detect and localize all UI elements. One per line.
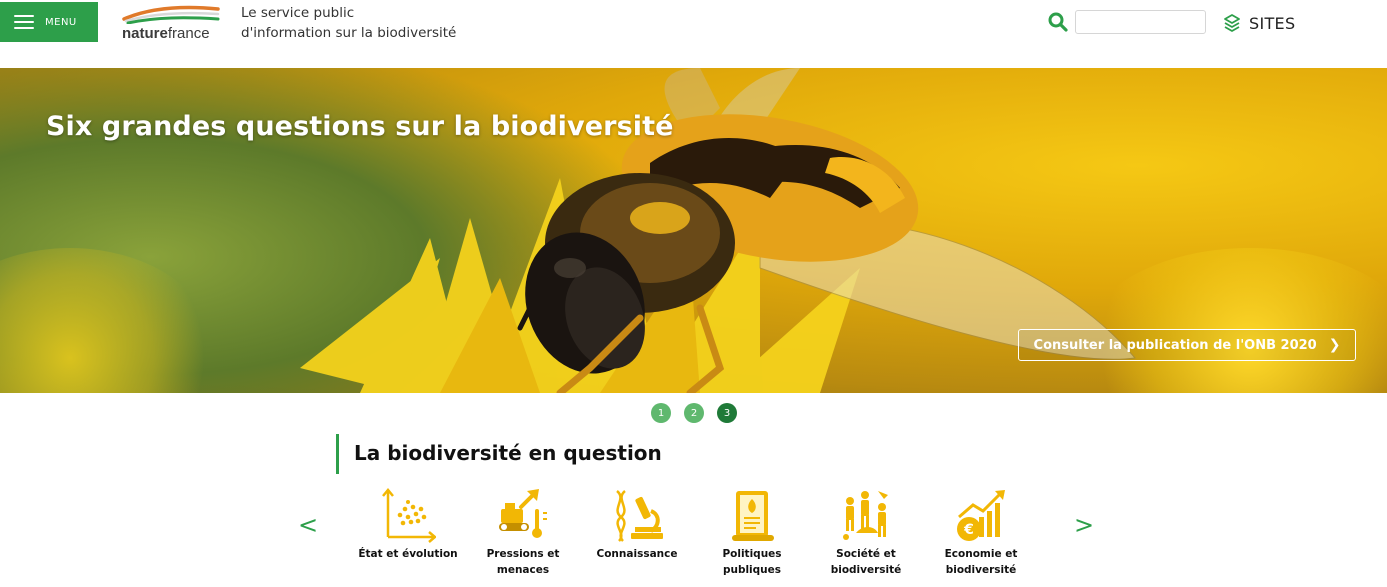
site-tagline: Le service public d'information sur la b…	[241, 3, 456, 43]
category-societe-biodiversite[interactable]: Société et biodiversité	[808, 487, 924, 578]
microscope-dna-icon	[616, 490, 663, 542]
tagline-line-1: Le service public	[241, 5, 355, 21]
slide-dot-2[interactable]: 2	[684, 403, 704, 423]
logo-swoosh-icon	[122, 5, 220, 24]
menu-label: MENU	[45, 16, 77, 28]
chart-dots-icon	[382, 488, 436, 543]
bulldozer-icon	[499, 489, 547, 538]
carousel-next-arrow[interactable]: >	[1074, 513, 1094, 537]
euro-growth-icon: €	[957, 490, 1005, 541]
category-label: Connaissance	[596, 548, 678, 560]
hero-slider: Six grandes questions sur la biodiversit…	[0, 68, 1387, 393]
menu-button[interactable]: MENU	[0, 2, 98, 42]
sites-button[interactable]: SITES	[1223, 10, 1295, 36]
category-label: Economie et biodiversité	[944, 548, 1018, 576]
category-connaissance[interactable]: Connaissance	[579, 487, 695, 562]
slide-dot-3[interactable]: 3	[717, 403, 737, 423]
category-label: État et évolution	[358, 548, 458, 560]
category-label: Pressions et menaces	[486, 548, 560, 576]
search-input[interactable]	[1075, 10, 1206, 34]
chevron-right-icon: ❯	[1328, 337, 1341, 353]
tagline-line-2: d'information sur la biodiversité	[241, 25, 457, 41]
slider-pagination: 1 2 3	[651, 403, 737, 423]
category-pressions-menaces[interactable]: Pressions et menaces	[465, 487, 581, 578]
svg-text:€: €	[963, 522, 974, 538]
logo-wordmark: naturefrance	[122, 25, 210, 42]
sites-label: SITES	[1249, 13, 1296, 33]
category-politiques-publiques[interactable]: Politiques publiques	[694, 487, 810, 578]
hamburger-icon	[14, 15, 34, 29]
category-label: Société et biodiversité	[830, 548, 902, 576]
search-icon[interactable]	[1048, 12, 1068, 32]
slide-dot-1[interactable]: 1	[651, 403, 671, 423]
category-etat-evolution[interactable]: État et évolution	[350, 487, 466, 562]
people-icon	[843, 491, 888, 540]
hero-publication-button[interactable]: Consulter la publication de l'ONB 2020 ❯	[1018, 329, 1356, 361]
category-label: Politiques publiques	[722, 548, 782, 576]
site-header: MENU naturefrance Le service public d'in…	[0, 0, 1387, 68]
hero-title: Six grandes questions sur la biodiversit…	[46, 111, 674, 142]
section-title: La biodiversité en question	[354, 441, 662, 465]
naturefrance-logo[interactable]: naturefrance	[120, 4, 220, 44]
carousel-prev-arrow[interactable]: <	[298, 513, 318, 537]
scroll-document-icon	[732, 491, 774, 541]
category-carousel: État et évolution Pressions et menaces C…	[350, 487, 1040, 587]
hero-publication-label: Consulter la publication de l'ONB 2020	[1033, 337, 1317, 353]
section-accent-bar	[336, 434, 339, 474]
category-economie-biodiversite[interactable]: € Economie et biodiversité	[923, 487, 1039, 578]
layers-icon	[1224, 14, 1240, 32]
